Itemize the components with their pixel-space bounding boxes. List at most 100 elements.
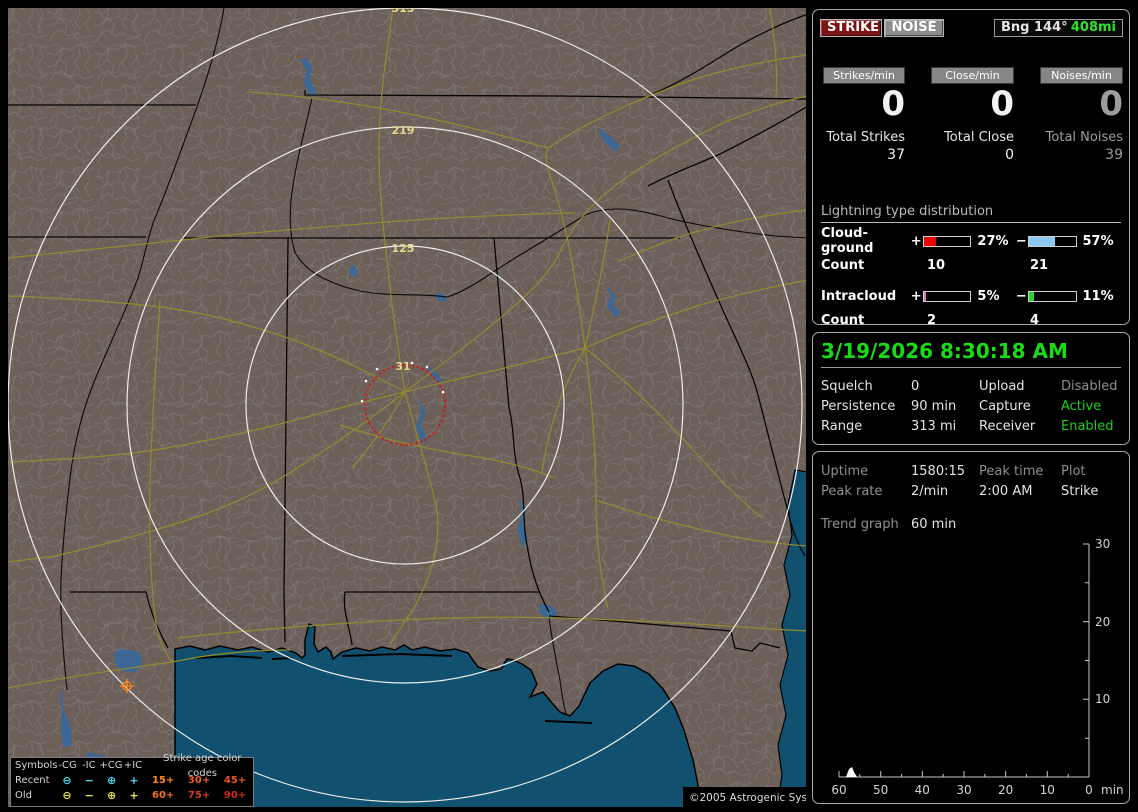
ic-plus-bar bbox=[922, 290, 972, 302]
receiver-status: Enabled bbox=[1061, 419, 1114, 434]
uptime-value: 1580:15 bbox=[911, 464, 966, 479]
strikes-counter-column: 0 Total Strikes 37 bbox=[809, 84, 905, 163]
peak-time-value: 2:00 AM bbox=[979, 484, 1033, 499]
strike-legend: Symbols -CG -IC +CG +IC Strike age color… bbox=[10, 753, 254, 807]
x-tick-0: 0 bbox=[1085, 783, 1093, 797]
legend-col-cg-pos: +CG bbox=[99, 760, 123, 771]
noise-toggle-button[interactable]: NOISE bbox=[884, 19, 944, 37]
uptime-label: Uptime bbox=[821, 464, 869, 479]
close-counter-column: 0 Total Close 0 bbox=[918, 84, 1014, 163]
circle-minus-icon: ⊖ bbox=[62, 774, 72, 787]
cg-plus-count: 10 bbox=[927, 258, 946, 273]
squelch-value: 0 bbox=[911, 379, 920, 394]
cg-minus-percent: 57% bbox=[1082, 233, 1114, 249]
count-label: Count bbox=[821, 258, 865, 273]
persistence-value: 90 min bbox=[911, 399, 957, 414]
plus-sign: + bbox=[910, 233, 922, 249]
x-tick-60: 60 bbox=[831, 783, 846, 797]
close-per-min-value: 0 bbox=[990, 84, 1014, 124]
legend-recent-row: Recent ⊖ − ⊕ + 15+ 30+ 45+ bbox=[11, 773, 253, 788]
receiver-label: Receiver bbox=[979, 419, 1036, 434]
age-75: 75+ bbox=[187, 790, 211, 801]
noises-counter-column: 0 Total Noises 39 bbox=[1027, 84, 1123, 163]
legend-recent-label: Recent bbox=[15, 775, 50, 786]
ic-plus-percent: 5% bbox=[977, 288, 1000, 304]
legend-symbols-title: Symbols bbox=[15, 760, 58, 771]
x-tick-30: 30 bbox=[956, 783, 971, 797]
plus-sign: + bbox=[910, 288, 922, 304]
bearing-readout: Bng 144° 408mi bbox=[994, 19, 1123, 37]
trend-data-bump bbox=[846, 767, 857, 777]
datetime-display: 3/19/2026 8:30:18 AM bbox=[821, 339, 1121, 368]
cloud-ground-row: Cloud-ground + 27% − 57% bbox=[821, 226, 1121, 256]
cloud-ground-count-row: Count 10 21 bbox=[821, 258, 1121, 273]
legend-old-label: Old bbox=[15, 790, 32, 801]
legend-col-cg-neg: -CG bbox=[58, 760, 77, 771]
stats-grid: Uptime 1580:15 Peak time Plot Peak rate … bbox=[821, 462, 1121, 502]
ic-minus-bar bbox=[1027, 290, 1077, 302]
legend-col-ic-neg: -IC bbox=[82, 760, 96, 771]
ring-label-219: 219 bbox=[392, 124, 415, 137]
ic-minus-count: 4 bbox=[1030, 313, 1040, 328]
y-tick-10: 10 bbox=[1095, 692, 1110, 706]
trend-graph: 30 20 10 60 50 40 30 20 10 0 min bbox=[831, 537, 1124, 797]
peak-rate-value: 2/min bbox=[911, 484, 949, 499]
cloud-ground-label: Cloud-ground bbox=[821, 226, 874, 256]
ring-label-313: 313 bbox=[392, 8, 415, 15]
trend-window-value: 60 min bbox=[911, 517, 957, 532]
persistence-label: Persistence bbox=[821, 399, 896, 414]
ic-minus-percent: 11% bbox=[1082, 288, 1114, 304]
ring-label-125: 125 bbox=[392, 242, 415, 255]
x-tick-10: 10 bbox=[1040, 783, 1055, 797]
upload-status: Disabled bbox=[1061, 379, 1118, 394]
close-per-min-chip[interactable]: Close/min bbox=[931, 67, 1014, 84]
noises-per-min-value: 0 bbox=[1099, 84, 1123, 124]
x-axis-unit: min bbox=[1101, 783, 1124, 797]
legend-col-ic-pos: +IC bbox=[123, 760, 143, 771]
total-close-value: 0 bbox=[1005, 147, 1014, 163]
noises-per-min-chip[interactable]: Noises/min bbox=[1040, 67, 1123, 84]
trend-graph-label: Trend graph bbox=[821, 517, 899, 532]
peak-time-label: Peak time bbox=[979, 464, 1044, 479]
strike-toggle-button[interactable]: STRIKE bbox=[820, 19, 882, 37]
map-copyright: ©2005 Astrogenic Systems bbox=[683, 787, 806, 807]
minus-sign: − bbox=[1015, 288, 1027, 304]
minus-sign: − bbox=[1015, 233, 1027, 249]
x-tick-20: 20 bbox=[998, 783, 1013, 797]
stats-trend-panel: Uptime 1580:15 Peak time Plot Peak rate … bbox=[812, 451, 1130, 804]
legend-old-row: Old ⊖ − ⊕ + 60+ 75+ 90+ bbox=[11, 788, 253, 803]
trend-graph-row: Trend graph 60 min bbox=[821, 515, 956, 535]
minus-icon: − bbox=[84, 789, 94, 802]
total-strikes-value: 37 bbox=[887, 147, 905, 163]
cg-plus-percent: 27% bbox=[977, 233, 1009, 249]
total-close-label: Total Close bbox=[944, 130, 1014, 145]
status-panel: 3/19/2026 8:30:18 AM Squelch 0 Upload Di… bbox=[812, 332, 1130, 445]
intracloud-count-row: Count 2 4 bbox=[821, 313, 1121, 328]
strikes-per-min-value: 0 bbox=[881, 84, 905, 124]
range-label: Range bbox=[821, 419, 863, 434]
plus-icon: + bbox=[129, 789, 139, 802]
nexstorm-window: 313 219 125 31 ©2005 Astrogenic Systems … bbox=[0, 0, 1138, 812]
bearing-value: Bng 144° bbox=[1001, 20, 1068, 35]
upload-label: Upload bbox=[979, 379, 1025, 394]
range-value: 408mi bbox=[1070, 20, 1116, 35]
circle-minus-icon: ⊖ bbox=[62, 789, 72, 802]
capture-label: Capture bbox=[979, 399, 1031, 414]
plus-icon: + bbox=[129, 774, 139, 787]
squelch-label: Squelch bbox=[821, 379, 873, 394]
count-label: Count bbox=[821, 313, 865, 328]
age-30: 30+ bbox=[187, 775, 211, 786]
age-90: 90+ bbox=[223, 790, 247, 801]
distribution-title: Lightning type distribution bbox=[821, 204, 1121, 223]
counters-panel: STRIKE NOISE Bng 144° 408mi Strikes/min … bbox=[809, 9, 1130, 328]
age-15: 15+ bbox=[151, 775, 175, 786]
intracloud-label: Intracloud bbox=[821, 288, 897, 304]
cg-minus-count: 21 bbox=[1030, 258, 1049, 273]
total-noises-label: Total Noises bbox=[1045, 130, 1123, 145]
capture-status: Active bbox=[1061, 399, 1102, 414]
y-tick-30: 30 bbox=[1095, 537, 1110, 551]
y-tick-20: 20 bbox=[1095, 615, 1110, 629]
total-strikes-label: Total Strikes bbox=[826, 130, 905, 145]
strikes-per-min-chip[interactable]: Strikes/min bbox=[823, 67, 905, 84]
lightning-map[interactable]: 313 219 125 31 ©2005 Astrogenic Systems bbox=[8, 8, 806, 807]
